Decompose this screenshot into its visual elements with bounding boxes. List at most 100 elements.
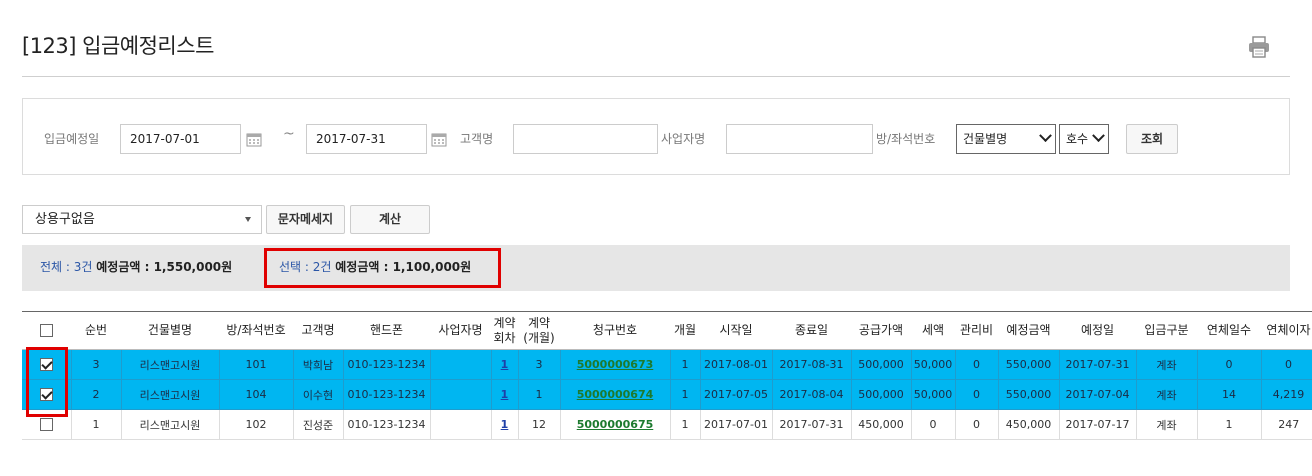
- query-button[interactable]: 조회: [1126, 124, 1178, 154]
- table-cell: [430, 379, 492, 410]
- table-cell[interactable]: 1: [491, 409, 519, 440]
- column-header: 사업자명: [430, 311, 491, 350]
- customer-label: 고객명: [460, 132, 494, 146]
- table-cell[interactable]: 1: [491, 349, 519, 380]
- sms-button[interactable]: 문자메세지: [266, 205, 345, 234]
- table-cell: 2017-07-17: [1059, 409, 1137, 440]
- select-all-checkbox[interactable]: [40, 324, 53, 337]
- chevron-down-icon: [1092, 129, 1105, 143]
- chevron-down-icon: [1039, 129, 1052, 143]
- table-cell[interactable]: 5000000675: [560, 409, 671, 440]
- column-header: 고객명: [293, 311, 343, 350]
- column-header: 예정금액: [998, 311, 1059, 350]
- table-cell: 0: [955, 409, 999, 440]
- payment-table: 순번 건물별명 방/좌석번호 고객명 핸드폰 사업자명 계약 회차 계약 (개월) 청구번호 개월 시작…: [22, 311, 1312, 440]
- table-cell: 102: [219, 409, 294, 440]
- table-cell: 2017-07-31: [1059, 349, 1137, 380]
- table-cell: 50,000: [911, 379, 956, 410]
- table-cell: 3: [71, 349, 122, 380]
- table-cell: [430, 349, 492, 380]
- column-header: 핸드폰: [343, 311, 430, 350]
- column-header: 시작일: [700, 311, 772, 350]
- contract-round-link[interactable]: 1: [501, 358, 509, 371]
- bill-number-link[interactable]: 5000000673: [577, 358, 654, 371]
- business-input[interactable]: [726, 124, 873, 154]
- bill-number-link[interactable]: 5000000674: [577, 388, 654, 401]
- table-cell: 계좌: [1136, 349, 1198, 380]
- printer-icon[interactable]: [1247, 36, 1271, 58]
- table-cell: 500,000: [851, 349, 912, 380]
- table-cell: 0: [955, 349, 999, 380]
- table-cell: 2017-08-01: [700, 349, 773, 380]
- selected-summary-highlight: [264, 248, 501, 288]
- room-label: 방/좌석번호: [876, 132, 936, 146]
- table-cell: 1: [670, 379, 701, 410]
- table-cell: 0: [1197, 349, 1262, 380]
- contract-round-link[interactable]: 1: [501, 418, 509, 431]
- table-cell: 이수현: [293, 379, 344, 410]
- column-header: 예정일: [1059, 311, 1136, 350]
- calc-button[interactable]: 계산: [350, 205, 430, 234]
- table-cell: 0: [955, 379, 999, 410]
- building-select[interactable]: 건물별명: [956, 124, 1056, 154]
- table-cell: 2: [71, 379, 122, 410]
- column-header: 연체일수: [1197, 311, 1261, 350]
- table-cell: 2017-07-04: [1059, 379, 1137, 410]
- phrase-select[interactable]: 상용구없음: [22, 205, 262, 234]
- table-cell: 450,000: [851, 409, 912, 440]
- column-header: 개월: [670, 311, 700, 350]
- table-cell: 0: [911, 409, 956, 440]
- table-cell: 2017-08-31: [772, 349, 852, 380]
- table-cell: 104: [219, 379, 294, 410]
- table-cell: 0: [1261, 349, 1312, 380]
- table-cell: 2017-07-05: [700, 379, 773, 410]
- column-header: 공급가액: [851, 311, 911, 350]
- page-title: [123] 입금예정리스트: [22, 34, 214, 58]
- table-cell[interactable]: 5000000674: [560, 379, 671, 410]
- select-all-header[interactable]: [22, 311, 71, 350]
- date-to-input[interactable]: [306, 124, 427, 154]
- table-cell[interactable]: 5000000673: [560, 349, 671, 380]
- table-row[interactable]: 2 리스맨고시원 104 이수현 010-123-1234 1 1 5000000674 1 20…: [22, 379, 1312, 410]
- column-header: 연체이자: [1261, 311, 1312, 350]
- table-cell: 12: [518, 409, 561, 440]
- date-label: 입금예정일: [44, 132, 100, 146]
- table-cell: 4,219: [1261, 379, 1312, 410]
- table-cell: 010-123-1234: [343, 379, 431, 410]
- business-label: 사업자명: [661, 132, 706, 146]
- total-amount: 예정금액 : 1,550,000원: [96, 260, 233, 274]
- unit-select[interactable]: 호수: [1059, 124, 1109, 154]
- calendar-icon[interactable]: [246, 131, 262, 147]
- column-header: 관리비: [955, 311, 998, 350]
- table-cell: 010-123-1234: [343, 409, 431, 440]
- table-cell: 1: [670, 349, 701, 380]
- building-select-value: 건물별명: [963, 132, 1008, 146]
- title-divider: [22, 76, 1290, 77]
- phrase-select-value: 상용구없음: [35, 212, 95, 227]
- search-panel: 입금예정일 ~ 고객명 사업자명 방/좌석번호 건물별명 호수 조회: [22, 98, 1290, 175]
- table-row[interactable]: 3 리스맨고시원 101 박희남 010-123-1234 1 3 5000000673 1 20…: [22, 349, 1312, 380]
- table-cell: 1: [1197, 409, 1262, 440]
- calendar-icon[interactable]: [431, 131, 447, 147]
- table-cell: 550,000: [998, 349, 1060, 380]
- table-row[interactable]: 1 리스맨고시원 102 진성준 010-123-1234 1 12 5000000675 1 2…: [22, 409, 1312, 440]
- table-cell: 진성준: [293, 409, 344, 440]
- date-from-input[interactable]: [120, 124, 241, 154]
- table-cell: 박희남: [293, 349, 344, 380]
- column-header: 방/좌석번호: [219, 311, 293, 350]
- range-tilde: ~: [283, 126, 295, 142]
- summary-bar: 전체 : 3건 예정금액 : 1,550,000원 선택 : 2건 예정금액 :…: [22, 245, 1290, 291]
- selected-checkbox-highlight: [26, 347, 68, 417]
- column-header: 청구번호: [560, 311, 670, 350]
- table-cell: [430, 409, 492, 440]
- table-cell: 450,000: [998, 409, 1060, 440]
- customer-input[interactable]: [513, 124, 658, 154]
- contract-round-link[interactable]: 1: [501, 388, 509, 401]
- column-header: 종료일: [772, 311, 851, 350]
- column-header: 세액: [911, 311, 955, 350]
- column-header: 계약 회차: [491, 311, 518, 350]
- total-summary: 전체 : 3건 예정금액 : 1,550,000원: [40, 245, 232, 289]
- row-checkbox[interactable]: [39, 418, 53, 432]
- table-cell[interactable]: 1: [491, 379, 519, 410]
- bill-number-link[interactable]: 5000000675: [577, 418, 654, 431]
